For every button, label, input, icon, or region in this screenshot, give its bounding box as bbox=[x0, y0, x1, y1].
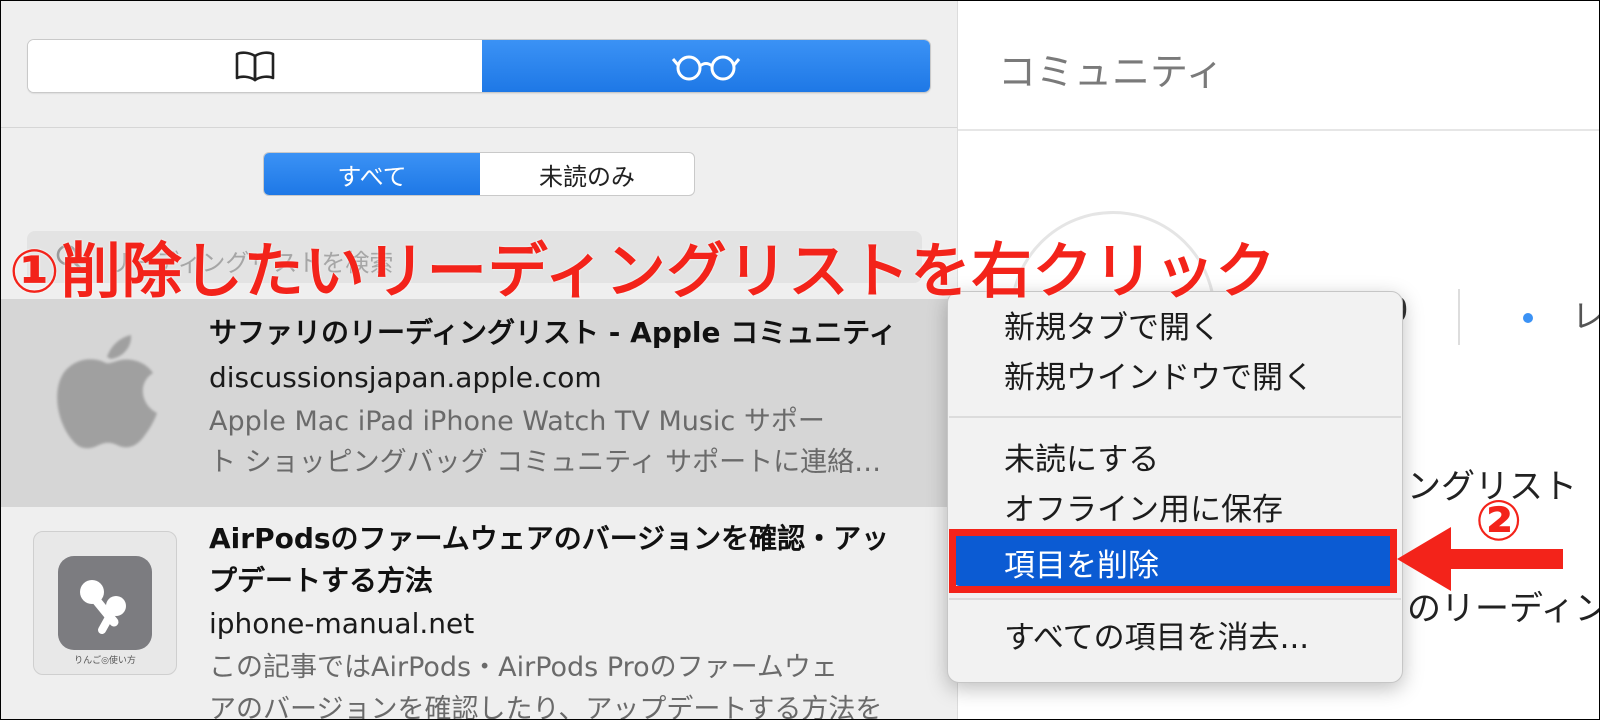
tab-reading-list[interactable] bbox=[482, 40, 930, 92]
item-description: この記事ではAirPods・AirPods Proのファームウェ bbox=[209, 652, 838, 683]
annotation-step1: ①削除したいリーディングリストを右クリック bbox=[9, 237, 1277, 307]
header-divider bbox=[958, 129, 1599, 131]
item-description: ト ショッピングバッグ コミュニティ サポートに連絡… bbox=[209, 447, 882, 478]
item-title: サファリのリーディングリスト - Apple コミュニティ bbox=[209, 316, 897, 349]
glasses-icon bbox=[671, 55, 741, 81]
annotation-arrow bbox=[1397, 527, 1563, 591]
thumbnail-caption: りんご◎使い方 bbox=[74, 656, 136, 666]
sidebar-divider bbox=[1, 127, 957, 128]
item-description: アのバージョンを確認したり、アップデートする方法を bbox=[209, 694, 883, 720]
item-title: プデートする方法 bbox=[209, 564, 434, 597]
menu-item-open-new-window[interactable]: 新規ウインドウで開く bbox=[1004, 352, 1314, 397]
filter-all-button[interactable]: すべて bbox=[264, 153, 480, 195]
apple-logo-icon bbox=[57, 335, 157, 449]
safari-window: すべて 未読のみ リーディングリストを検索 サファリのリーディングリスト - A… bbox=[0, 0, 1600, 720]
context-menu: 新規タブで開く 新規ウインドウで開く 未読にする オフライン用に保存 項目を削除… bbox=[947, 291, 1403, 683]
item-thumbnail: りんご◎使い方 bbox=[33, 531, 177, 675]
sidebar: すべて 未読のみ リーディングリストを検索 サファリのリーディングリスト - A… bbox=[1, 1, 958, 719]
filter-unread-button[interactable]: 未読のみ bbox=[480, 153, 694, 195]
highlight-box bbox=[949, 529, 1397, 593]
menu-item-mark-unread[interactable]: 未読にする bbox=[1004, 434, 1159, 479]
menu-separator bbox=[949, 598, 1401, 600]
divider bbox=[1458, 289, 1460, 345]
book-icon bbox=[235, 51, 275, 82]
menu-separator bbox=[949, 416, 1401, 418]
menu-item-save-offline[interactable]: オフライン用に保存 bbox=[1004, 484, 1283, 529]
content-text: レ bbox=[1572, 291, 1599, 337]
item-title: AirPodsのファームウェアのバージョンを確認・アッ bbox=[209, 522, 890, 555]
item-site: discussionsjapan.apple.com bbox=[209, 361, 602, 394]
bullet-dot bbox=[1523, 313, 1533, 323]
reading-list-item-selected[interactable]: サファリのリーディングリスト - Apple コミュニティ discussion… bbox=[1, 299, 957, 507]
sidebar-tab-control bbox=[27, 39, 931, 93]
airpods-icon bbox=[58, 556, 152, 650]
page-title: コミュニティ bbox=[998, 50, 1224, 94]
tab-bookmarks[interactable] bbox=[28, 40, 482, 92]
reading-filter-control: すべて 未読のみ bbox=[263, 152, 695, 196]
reading-list-item[interactable]: りんご◎使い方 AirPodsのファームウェアのバージョンを確認・アッ プデート… bbox=[1, 507, 957, 719]
item-site: iphone-manual.net bbox=[209, 607, 475, 640]
item-description: Apple Mac iPad iPhone Watch TV Music サポー bbox=[209, 406, 825, 437]
menu-item-clear-all[interactable]: すべての項目を消去... bbox=[1004, 612, 1309, 657]
